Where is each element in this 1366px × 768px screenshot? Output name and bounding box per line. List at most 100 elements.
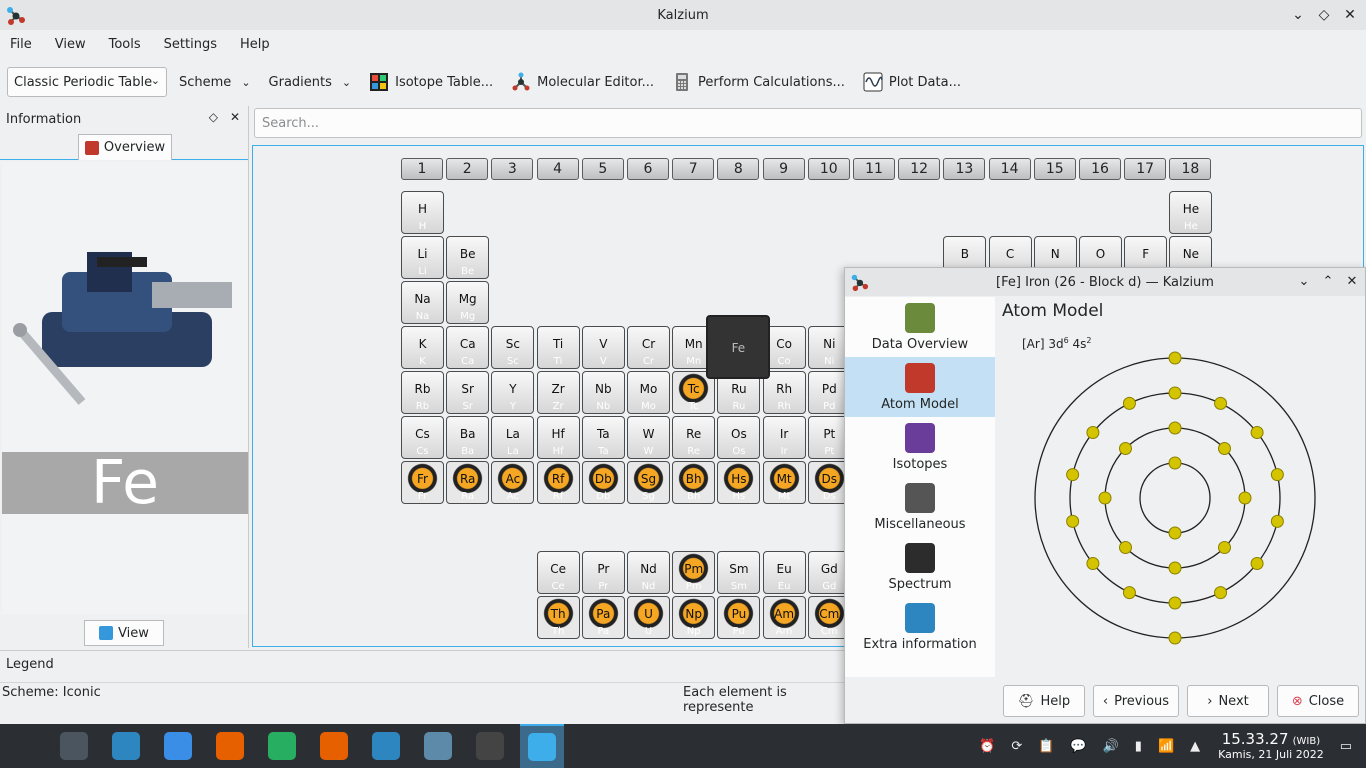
element-tile-mg[interactable]: Mg Mg: [446, 281, 490, 324]
group-header-12[interactable]: 12: [898, 158, 941, 180]
element-tile-am[interactable]: Am Am: [762, 596, 806, 639]
isotope-table-button[interactable]: Isotope Table...: [363, 67, 499, 97]
sidebar-item-isotopes[interactable]: Isotopes: [845, 417, 995, 477]
element-tile-fr[interactable]: Fr Fr: [401, 461, 444, 504]
tab-view[interactable]: View: [84, 620, 164, 646]
group-header-17[interactable]: 17: [1124, 158, 1167, 180]
element-tile-k[interactable]: KK: [401, 326, 444, 369]
sidebar-item-atom-model[interactable]: Atom Model: [845, 357, 995, 417]
next-button[interactable]: › Next: [1187, 685, 1269, 717]
group-header-14[interactable]: 14: [988, 158, 1031, 180]
element-tile-ac[interactable]: Ac Ac: [491, 461, 535, 504]
previous-button[interactable]: ‹ Previous: [1093, 685, 1179, 717]
minimize-icon[interactable]: ⌄: [1288, 5, 1308, 25]
menu-settings[interactable]: Settings: [164, 37, 226, 52]
element-tile-w[interactable]: WW: [627, 416, 670, 459]
group-header-7[interactable]: 7: [672, 158, 715, 180]
element-tile-nb[interactable]: Nb Nb: [581, 371, 625, 414]
group-header-13[interactable]: 13: [943, 158, 986, 180]
notifications-icon[interactable]: 💬: [1070, 739, 1086, 754]
group-header-4[interactable]: 4: [536, 158, 579, 180]
group-header-9[interactable]: 9: [762, 158, 805, 180]
element-tile-rf[interactable]: Rf Rf: [536, 461, 580, 504]
group-header-18[interactable]: 18: [1169, 158, 1212, 180]
element-tile-li[interactable]: Li Li: [401, 236, 444, 279]
menu-tools[interactable]: Tools: [109, 37, 150, 52]
group-header-6[interactable]: 6: [627, 158, 669, 180]
element-tile-h[interactable]: HH: [401, 191, 444, 234]
file-manager-icon[interactable]: [156, 724, 200, 768]
scheme-button[interactable]: Scheme ⌄: [173, 67, 257, 97]
element-tile-pr[interactable]: Pr Pr: [581, 551, 625, 594]
element-tile-hf[interactable]: Hf Hf: [536, 416, 580, 459]
element-tile-sm[interactable]: Sm Sm: [717, 551, 761, 594]
clipboard-icon[interactable]: 📋: [1038, 739, 1054, 754]
sidebar-item-spectrum[interactable]: Spectrum: [845, 537, 995, 597]
element-tile-ta[interactable]: Ta Ta: [581, 416, 625, 459]
clock[interactable]: 15.33.27 (WIB) Kamis, 21 Juli 2022: [1218, 731, 1324, 760]
app-launcher-icon[interactable]: [0, 724, 44, 768]
menu-file[interactable]: File: [10, 37, 41, 52]
group-header-2[interactable]: 2: [446, 158, 489, 180]
element-tile-v[interactable]: VV: [581, 326, 625, 369]
volume-icon[interactable]: 🔊: [1103, 739, 1119, 754]
tab-overview[interactable]: Overview: [78, 134, 172, 160]
spreadsheet-icon[interactable]: [260, 724, 304, 768]
element-tile-th[interactable]: Th Th: [536, 596, 580, 639]
element-tile-ce[interactable]: Ce Ce: [536, 551, 580, 594]
element-tile-nd[interactable]: Nd Nd: [627, 551, 670, 594]
show-desktop-icon[interactable]: ▭: [1340, 739, 1352, 754]
molecular-editor-button[interactable]: Molecular Editor...: [505, 67, 660, 97]
group-header-15[interactable]: 15: [1033, 158, 1076, 180]
close-icon[interactable]: ✕: [1340, 5, 1360, 25]
group-header-10[interactable]: 10: [807, 158, 850, 180]
element-tile-bh[interactable]: Bh Bh: [672, 461, 716, 504]
menu-help[interactable]: Help: [240, 37, 279, 52]
firefox-icon[interactable]: [208, 724, 252, 768]
element-tile-ra[interactable]: Ra Ra: [446, 461, 490, 504]
menu-view[interactable]: View: [55, 37, 95, 52]
group-header-16[interactable]: 16: [1079, 158, 1121, 180]
maximize-icon[interactable]: ◇: [1314, 5, 1334, 25]
element-tile-hs[interactable]: Hs Hs: [717, 461, 761, 504]
table-type-combo[interactable]: Classic Periodic Table ⌄: [7, 67, 167, 97]
minimize-icon[interactable]: ⌄: [1295, 272, 1313, 290]
group-header-1[interactable]: 1: [401, 158, 443, 180]
element-tile-mt[interactable]: Mt Mt: [762, 461, 806, 504]
close-icon[interactable]: ✕: [1343, 272, 1361, 290]
element-tile-y[interactable]: YY: [491, 371, 535, 414]
expand-tray-icon[interactable]: ▲: [1190, 739, 1200, 754]
element-tile-np[interactable]: Np Np: [672, 596, 716, 639]
help-button[interactable]: ⛑ Help: [1003, 685, 1085, 717]
mail-client-icon[interactable]: [416, 724, 460, 768]
close-panel-icon[interactable]: ✕: [230, 110, 240, 124]
element-tile-os[interactable]: Os Os: [717, 416, 761, 459]
search-input[interactable]: Search...: [254, 108, 1362, 138]
close-button[interactable]: ⊗ Close: [1277, 685, 1359, 717]
element-tile-pm[interactable]: Pm Pm: [672, 551, 716, 594]
element-tile-eu[interactable]: Eu Eu: [762, 551, 806, 594]
group-header-3[interactable]: 3: [491, 158, 534, 180]
element-tile-na[interactable]: Na Na: [401, 281, 444, 324]
group-header-11[interactable]: 11: [853, 158, 895, 180]
element-tile-pu[interactable]: Pu Pu: [717, 596, 761, 639]
element-tile-mo[interactable]: Mo Mo: [627, 371, 670, 414]
element-tile-u[interactable]: UU: [627, 596, 670, 639]
element-tile-sr[interactable]: Sr Sr: [446, 371, 490, 414]
element-tile-la[interactable]: La La: [491, 416, 535, 459]
perform-calculations-button[interactable]: Perform Calculations...: [666, 67, 851, 97]
float-panel-icon[interactable]: ◇: [209, 110, 218, 124]
element-tile-re[interactable]: Re Re: [672, 416, 716, 459]
element-tile-fe-selected[interactable]: Fe: [706, 315, 771, 379]
element-tile-cs[interactable]: Cs Cs: [401, 416, 444, 459]
firefox-alt-icon[interactable]: [312, 724, 356, 768]
element-tile-db[interactable]: Db Db: [581, 461, 625, 504]
document-writer-icon[interactable]: [364, 724, 408, 768]
kalzium-icon[interactable]: [520, 724, 564, 768]
alarm-icon[interactable]: ⏰: [979, 739, 995, 754]
plot-data-button[interactable]: Plot Data...: [857, 67, 967, 97]
element-tile-sg[interactable]: Sg Sg: [627, 461, 670, 504]
sidebar-item-extra-information[interactable]: Extra information: [845, 597, 995, 657]
element-tile-ir[interactable]: Ir Ir: [762, 416, 806, 459]
sidebar-item-miscellaneous[interactable]: Miscellaneous: [845, 477, 995, 537]
